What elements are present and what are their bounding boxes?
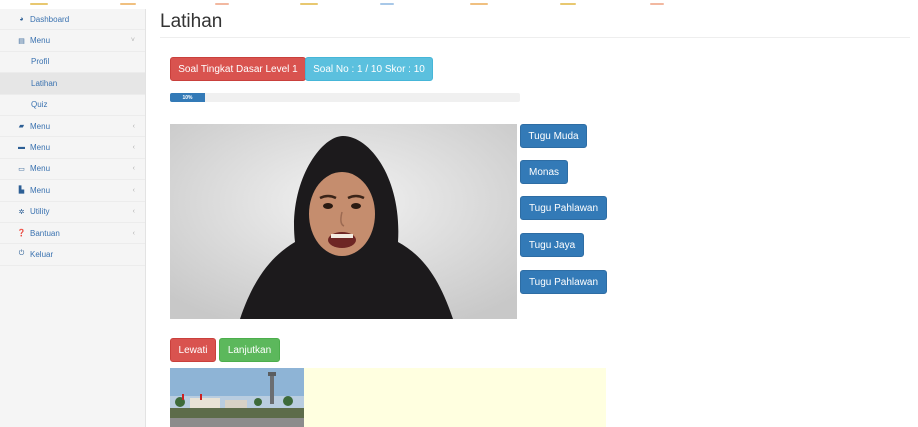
sidebar-item-label: Menu [30,185,51,195]
chevron-left-icon: ‹ [132,208,135,216]
next-button[interactable]: Lanjutkan [219,338,280,362]
progress-bar: 10% [170,93,520,102]
monument-image [170,368,304,427]
sidebar-item-label: Bantuan [30,228,60,238]
truck-icon: ▰ [18,123,25,131]
sidebar-item-keluar[interactable]: ⏻ Keluar [0,244,145,266]
sidebar-item-utility[interactable]: ✲ Utility ‹ [0,202,145,223]
sidebar-item-label: Latihan [31,78,58,88]
gear-icon: ✲ [18,208,25,216]
sidebar-item-label: Menu [30,143,51,153]
id-card-icon: ▭ [18,165,25,173]
sidebar-item-menu-truck[interactable]: ▰ Menu ‹ [0,116,145,138]
sidebar-item-bantuan[interactable]: ❓ Bantuan ‹ [0,223,145,245]
score-badge: Soal No : 1 / 10 Skor : 10 [305,57,433,81]
skip-button[interactable]: Lewati [170,338,216,362]
answer-button-2[interactable]: Monas [520,160,568,184]
chevron-left-icon: ‹ [132,144,135,152]
question-icon: ❓ [17,230,26,238]
file-icon: ▙ [18,187,25,195]
speaker-video-frame [170,124,517,319]
hint-panel [304,368,606,427]
page-title: Latihan [160,11,223,32]
chevron-down-icon: ˅ [130,37,135,45]
answer-button-1[interactable]: Tugu Muda [520,124,587,148]
question-video[interactable] [170,124,517,319]
table-icon: ▤ [18,37,25,45]
sidebar-item-label: Keluar [30,249,54,259]
sidebar-item-label: Utility [30,207,50,217]
briefcase-icon: ▬ [18,144,25,152]
chevron-left-icon: ‹ [132,165,135,173]
answer-button-4[interactable]: Tugu Jaya [520,233,584,257]
sidebar-item-latihan[interactable]: Latihan [0,73,145,95]
power-icon: ⏻ [18,250,25,258]
sidebar-item-label: Menu [30,164,51,174]
sidebar-item-menu-table[interactable]: ▤ Menu ˅ [0,30,145,52]
answer-button-3[interactable]: Tugu Pahlawan [520,196,607,220]
sidebar-item-dashboard[interactable]: ◕ Dashboard [0,9,145,31]
chevron-left-icon: ‹ [132,186,135,194]
answer-button-5[interactable]: Tugu Pahlawan [520,270,607,294]
sidebar-item-menu-briefcase[interactable]: ▬ Menu ‹ [0,137,145,159]
sidebar-item-label: Profil [31,57,50,67]
dashboard-icon: ◕ [19,15,24,23]
title-divider [160,37,910,38]
progress-fill: 10% [170,93,205,102]
sidebar-item-label: Menu [30,36,51,46]
chevron-left-icon: ‹ [132,122,135,130]
sidebar-item-menu-file[interactable]: ▙ Menu ‹ [0,180,145,202]
top-strip [0,0,918,9]
sidebar-item-quiz[interactable]: Quiz [0,95,145,116]
chevron-left-icon: ‹ [132,229,135,237]
sidebar-item-label: Menu [30,121,51,131]
sidebar-item-label: Quiz [31,100,48,110]
sidebar-item-profil[interactable]: Profil [0,52,145,74]
sidebar: ◕ Dashboard ▤ Menu ˅ Profil Latihan Quiz… [0,9,146,427]
main-content: Latihan Soal Tingkat Dasar Level 1 Soal … [146,9,918,427]
level-badge: Soal Tingkat Dasar Level 1 [170,57,306,81]
sidebar-item-menu-idcard[interactable]: ▭ Menu ‹ [0,159,145,181]
sidebar-item-label: Dashboard [30,14,70,24]
